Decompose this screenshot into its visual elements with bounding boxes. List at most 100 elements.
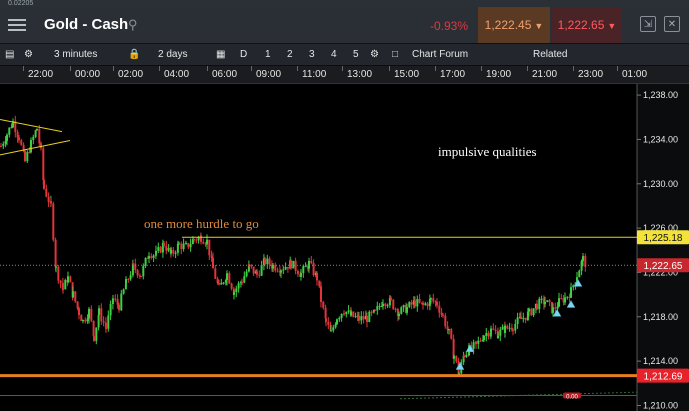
- candle: [142, 265, 145, 277]
- candle: [172, 250, 175, 254]
- candle: [125, 278, 127, 284]
- candle: [159, 247, 162, 253]
- candle: [386, 305, 389, 307]
- settings-icon[interactable]: ⚙: [370, 44, 379, 65]
- time-tick: [481, 66, 482, 71]
- candle: [69, 276, 72, 283]
- chat-icon[interactable]: □: [392, 44, 398, 65]
- candle: [494, 329, 497, 331]
- candle: [18, 137, 20, 141]
- candle: [310, 260, 313, 264]
- candle: [394, 308, 397, 310]
- candle: [316, 273, 318, 281]
- time-label: 09:00: [256, 69, 282, 80]
- candle: [300, 272, 302, 277]
- candle: [292, 260, 295, 269]
- draw-button[interactable]: D: [240, 44, 247, 65]
- candle: [520, 316, 522, 319]
- candle: [516, 317, 519, 324]
- layout-2-button[interactable]: 2: [287, 44, 293, 65]
- time-tick: [297, 66, 298, 71]
- candle: [10, 127, 13, 129]
- buy-price-button[interactable]: 1,222.65 ▼: [552, 7, 622, 43]
- candle: [214, 268, 217, 279]
- time-label: 17:00: [440, 69, 466, 80]
- instrument-name[interactable]: Gold - Cash: [44, 16, 128, 33]
- candle: [140, 276, 142, 278]
- time-label: 02:00: [118, 69, 144, 80]
- layout-4-button[interactable]: 4: [331, 44, 337, 65]
- candle: [102, 321, 105, 323]
- candle: [220, 282, 223, 285]
- price-chart[interactable]: 1,210.001,214.001,218.001,222.001,226.00…: [0, 84, 689, 411]
- time-tick: [113, 66, 114, 71]
- candle: [540, 298, 543, 300]
- time-tick: [389, 66, 390, 71]
- candle: [570, 287, 572, 298]
- candle: [208, 239, 211, 256]
- candle: [30, 140, 32, 153]
- price-label: 1,210.00: [643, 400, 678, 410]
- chart-forum-button[interactable]: Chart Forum: [412, 44, 468, 65]
- interval-select[interactable]: 3 minutes: [54, 44, 97, 65]
- candle: [410, 302, 413, 305]
- candle: [216, 278, 219, 284]
- candle: [560, 298, 563, 300]
- candle: [72, 291, 74, 298]
- candle: [40, 143, 42, 149]
- candle: [176, 243, 179, 253]
- related-button[interactable]: Related: [533, 44, 567, 65]
- layout-1-button[interactable]: 1: [265, 44, 271, 65]
- candle: [114, 298, 117, 300]
- candle: [34, 130, 37, 137]
- candle: [109, 304, 112, 316]
- candle: [378, 306, 381, 308]
- candle: [152, 255, 155, 258]
- status-text: 0.02205: [8, 0, 34, 7]
- candle: [61, 282, 64, 290]
- menu-icon[interactable]: [8, 16, 26, 32]
- time-tick: [573, 66, 574, 71]
- candle: [180, 243, 183, 250]
- candle: [497, 335, 499, 339]
- candle: [112, 298, 114, 301]
- candle: [376, 306, 379, 311]
- candle: [16, 132, 19, 138]
- candle: [374, 309, 376, 311]
- candle: [504, 325, 506, 334]
- candle: [55, 266, 57, 268]
- candle: [332, 327, 335, 331]
- search-icon[interactable]: ⚲: [128, 17, 138, 33]
- candle: [432, 298, 435, 302]
- candle: [38, 128, 41, 144]
- time-tick: [251, 66, 252, 71]
- down-arrow-icon: ▼: [534, 21, 544, 31]
- candle: [338, 317, 341, 320]
- layout-3-button[interactable]: 3: [309, 44, 315, 65]
- candle: [390, 298, 392, 300]
- candle: [47, 196, 50, 203]
- sell-price-button[interactable]: 1,222.45 ▼: [478, 7, 550, 43]
- candle: [210, 255, 213, 258]
- candle: [92, 320, 95, 337]
- candle: [206, 239, 208, 245]
- candle: [252, 266, 255, 274]
- lock-icon[interactable]: 🔒: [128, 44, 140, 65]
- candle: [544, 301, 546, 305]
- range-select[interactable]: 2 days: [158, 44, 187, 65]
- candle: [345, 311, 348, 315]
- candle: [436, 302, 438, 306]
- gear-icon[interactable]: ⚙: [24, 44, 33, 65]
- layout-5-button[interactable]: 5: [353, 44, 359, 65]
- time-label: 06:00: [212, 69, 238, 80]
- calendar-icon[interactable]: ▦: [216, 44, 225, 65]
- down-arrow-icon: ▼: [607, 21, 617, 31]
- detach-window-icon[interactable]: ⇲: [640, 16, 656, 32]
- panel-icon[interactable]: ▤: [5, 44, 14, 65]
- candle: [276, 270, 279, 272]
- chart-toolbar: ▤ ⚙ 3 minutes 🔒 2 days ▦ D 1 2 3 4 5 ⚙ □…: [0, 44, 689, 66]
- close-icon[interactable]: ✕: [664, 16, 680, 32]
- candle: [290, 260, 292, 269]
- time-label: 00:00: [75, 69, 101, 80]
- candle: [6, 134, 8, 141]
